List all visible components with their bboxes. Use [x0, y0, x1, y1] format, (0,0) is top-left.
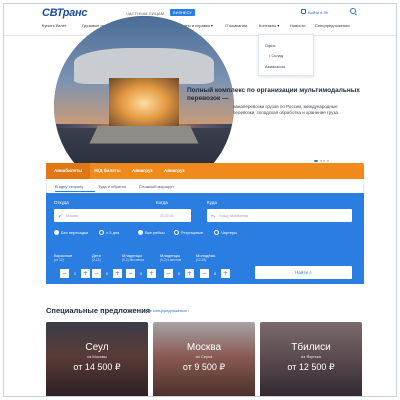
plane-landing-icon [211, 214, 216, 217]
special-card-moscow[interactable]: Москва из Сеула от 9 500 ₽ [153, 322, 255, 396]
when-label: Когда [156, 200, 168, 205]
tab-air-cargo[interactable]: Авиагруз [132, 168, 153, 173]
card-city: Тбилиси [291, 342, 331, 353]
arrow-right-icon: → [180, 212, 186, 219]
tab-air-cargo-2[interactable]: Авиагруз [164, 168, 185, 173]
date-field[interactable]: 00.00.00 [156, 209, 191, 222]
option-flex-dates[interactable]: ± 3 дня [99, 230, 119, 235]
special-card-tbilisi[interactable]: Тбилиси из Якутска от 12 500 ₽ [260, 322, 362, 396]
option-charter[interactable]: Чартеры [214, 230, 237, 235]
decrement-button[interactable]: − [92, 269, 101, 278]
pax-youth-label: Молодёжь (12-25) [196, 253, 216, 262]
tab-rail-tickets[interactable]: Ж/Д билеты [94, 168, 121, 173]
decrement-button[interactable]: − [164, 269, 173, 278]
pax-youth-stepper[interactable]: − 0 + [200, 269, 230, 278]
special-card-seoul[interactable]: Сеул из Москвы от 14 500 ₽ [46, 322, 148, 396]
card-origin: из Якутска [301, 354, 321, 359]
date-placeholder: 00.00.00 [160, 213, 174, 218]
card-image [153, 322, 255, 396]
pax-children-label: Дети (2-12) [92, 253, 101, 262]
subtab-round-trip[interactable]: Туда и обратно [98, 184, 126, 189]
subtab-one-way[interactable]: В одну сторону [55, 184, 83, 189]
option-regular[interactable]: Регулярные [174, 230, 203, 235]
booking-tabs: Авиабилеты Ж/Д билеты Авиагруз Авиагруз [46, 163, 364, 179]
dropdown-item-warehouse[interactable]: • Склад [269, 53, 283, 58]
pax-infants-no-seat-label: Младенцы (0-2) без места [122, 253, 145, 262]
pax-adults-label: Взрослые (от 12) [54, 253, 73, 262]
to-field[interactable]: Город назначения [207, 209, 352, 222]
increment-button[interactable]: + [113, 269, 122, 278]
subtab-complex-route[interactable]: Сложный маршрут [139, 184, 174, 189]
decrement-button[interactable]: − [60, 269, 69, 278]
pax-infants-no-seat-stepper[interactable]: − 0 + [126, 269, 156, 278]
to-placeholder: Город назначения [219, 213, 249, 218]
pax-adults-stepper[interactable]: − 1 + [60, 269, 90, 278]
card-price: от 9 500 ₽ [182, 362, 226, 372]
carousel-dot[interactable] [319, 160, 322, 162]
booking-widget: Авиабилеты Ж/Д билеты Авиагруз Авиагруз … [46, 163, 364, 284]
search-icon: ⌕ [309, 270, 312, 275]
card-image [260, 322, 362, 396]
nav-item-specials[interactable]: Спецпредложения [315, 23, 350, 28]
contacts-dropdown: Офис • Склад Авиакассы [258, 34, 314, 76]
card-image [46, 322, 148, 396]
find-button-label: Найти [295, 270, 309, 275]
specials-title: Специальные предложения [46, 306, 151, 315]
carousel-dot[interactable] [326, 160, 329, 162]
user-icon[interactable] [301, 9, 306, 14]
increment-button[interactable]: + [185, 269, 194, 278]
card-city: Сеул [85, 342, 109, 353]
option-all-flights[interactable]: Все рейсы [138, 230, 165, 235]
from-placeholder: Москва [66, 213, 78, 218]
pax-infants-seat-label: Младенцы (0-2) с местом [160, 253, 182, 262]
hero-title: Полный комплекс по организации мультимод… [187, 87, 360, 102]
decrement-button[interactable]: − [200, 269, 209, 278]
page: СВТранс ЧАСТНЫМ ЛИЦАМ БИЗНЕСУ Войти в ЛК… [3, 3, 397, 397]
option-nonstop[interactable]: Без пересадки [54, 230, 88, 235]
tab-air-tickets[interactable]: Авиабилеты [46, 163, 91, 179]
to-label: Куда [207, 200, 217, 205]
from-label: Откуда [54, 200, 69, 205]
hero-text: авиаперевозки грузов по России, междунар… [233, 104, 340, 115]
login-link[interactable]: Войти в ЛК [308, 10, 329, 15]
find-button[interactable]: Найти ⌕ [255, 266, 352, 279]
carousel-dot[interactable] [323, 160, 325, 162]
increment-button[interactable]: + [81, 269, 90, 278]
dropdown-item-ticket-offices[interactable]: Авиакассы [265, 64, 285, 69]
card-city: Москва [186, 342, 222, 353]
segment-business-link[interactable]: БИЗНЕСУ [170, 9, 195, 16]
card-price: от 12 500 ₽ [287, 362, 335, 372]
search-icon[interactable] [350, 8, 356, 14]
increment-button[interactable]: + [147, 269, 156, 278]
plane-icon [58, 214, 63, 218]
carousel-dot[interactable] [314, 160, 318, 162]
nav-item-contacts[interactable]: Контакты ▾ [259, 23, 279, 28]
active-subtab-indicator [55, 191, 95, 192]
pax-infants-seat-stepper[interactable]: − 0 + [164, 269, 194, 278]
all-specials-link[interactable]: Все спецпредложения › [145, 308, 189, 313]
pax-infants-no-seat-value: 0 [139, 271, 143, 276]
pax-adults-value: 1 [73, 271, 77, 276]
pax-youth-value: 0 [213, 271, 217, 276]
dropdown-item-office[interactable]: Офис [265, 43, 276, 48]
card-price: от 14 500 ₽ [73, 362, 121, 372]
pax-children-stepper[interactable]: − 0 + [92, 269, 122, 278]
decrement-button[interactable]: − [126, 269, 135, 278]
card-origin: из Москвы [87, 354, 107, 359]
increment-button[interactable]: + [221, 269, 230, 278]
pax-children-value: 0 [105, 271, 109, 276]
pax-infants-seat-value: 0 [177, 271, 181, 276]
route-type-tabs: В одну сторону Туда и обратно Сложный ма… [46, 179, 364, 193]
nav-item-news[interactable]: Новости [290, 23, 305, 28]
card-origin: из Сеула [195, 354, 213, 359]
